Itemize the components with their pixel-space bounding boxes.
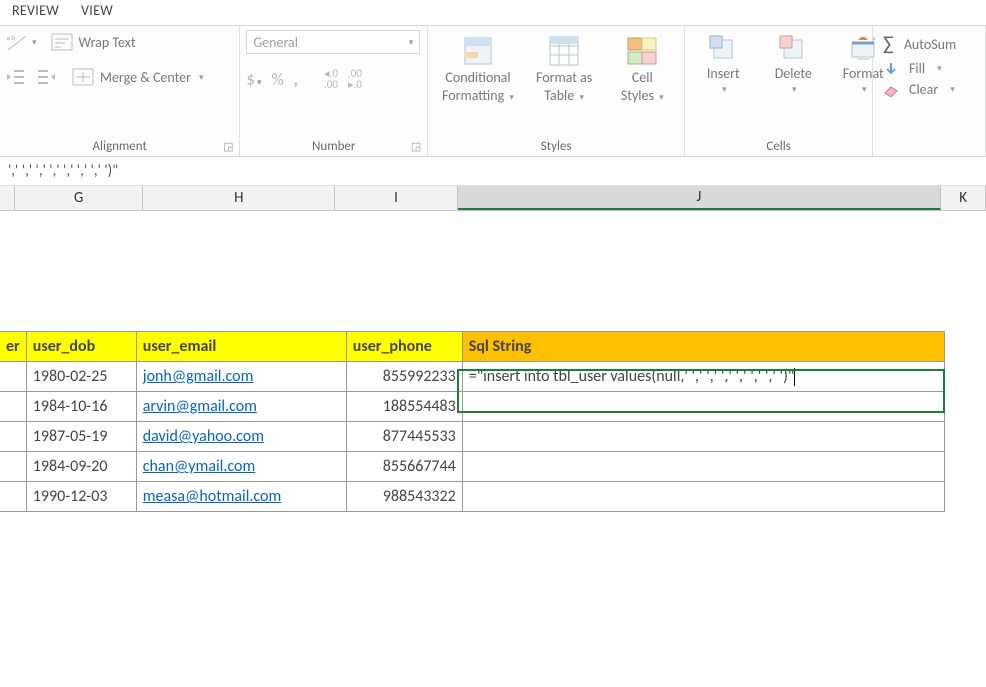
- percent-format-button[interactable]: %: [271, 69, 283, 90]
- conditional-formatting-label-1: Conditional: [445, 70, 510, 86]
- col-header-g[interactable]: G: [15, 186, 143, 210]
- number-format-select[interactable]: General ▾: [246, 30, 420, 54]
- col-header-j[interactable]: J: [458, 186, 942, 210]
- table-row: 1990-12-03 measa@hotmail.com 988543322: [0, 482, 944, 512]
- col-header-k[interactable]: K: [941, 186, 986, 210]
- fill-label: Fill: [909, 60, 925, 77]
- alignment-launcher-icon[interactable]: ◲: [221, 140, 235, 154]
- cell-dob[interactable]: 1984-09-20: [26, 452, 136, 482]
- cell-dob[interactable]: 1987-05-19: [26, 422, 136, 452]
- eraser-icon: [883, 83, 899, 97]
- header-user-email[interactable]: user_email: [136, 332, 346, 362]
- cell-phone[interactable]: 855992233: [346, 362, 462, 392]
- group-label-cells: Cells: [685, 139, 872, 154]
- data-table: er user_dob user_email user_phone Sql St…: [0, 331, 945, 512]
- cell-sql-text: ="insert into tbl_user values(null,' ','…: [469, 367, 795, 386]
- formula-bar[interactable]: ',' ',' ',' ',' ',' ',' ',' ')": [0, 157, 986, 186]
- cell-sql[interactable]: ="insert into tbl_user values(null,' ','…: [462, 362, 944, 392]
- cell-sql[interactable]: [462, 482, 944, 512]
- cell[interactable]: [0, 392, 26, 422]
- decrease-decimal-button[interactable]: .00▸.0: [348, 68, 362, 90]
- text-caret: [794, 368, 795, 386]
- number-format-value: General: [253, 34, 298, 51]
- cell-phone[interactable]: 877445533: [346, 422, 462, 452]
- cell-sql[interactable]: [462, 422, 944, 452]
- cell-email[interactable]: measa@hotmail.com: [136, 482, 346, 512]
- header-sql-string[interactable]: Sql String: [462, 332, 944, 362]
- merge-center-label: Merge & Center: [100, 69, 191, 86]
- cell[interactable]: [0, 362, 26, 392]
- format-as-table-label-2: Table: [544, 87, 574, 104]
- cell-dob[interactable]: 1990-12-03: [26, 482, 136, 512]
- autosum-button[interactable]: ∑ AutoSum: [879, 30, 979, 58]
- tab-review[interactable]: REVIEW: [10, 2, 61, 23]
- cell-email[interactable]: david@yahoo.com: [136, 422, 346, 452]
- cell-dob[interactable]: 1984-10-16: [26, 392, 136, 422]
- format-as-table-label-1: Format as: [536, 70, 592, 86]
- conditional-formatting-button[interactable]: Conditional Formatting ▾: [438, 32, 518, 106]
- wrap-text-label: Wrap Text: [79, 34, 136, 51]
- header-user-dob[interactable]: user_dob: [26, 332, 136, 362]
- delete-label: Delete: [775, 66, 812, 82]
- cell-email[interactable]: chan@ymail.com: [136, 452, 346, 482]
- cell-styles-button[interactable]: Cell Styles ▾: [610, 32, 674, 106]
- worksheet[interactable]: er user_dob user_email user_phone Sql St…: [0, 211, 986, 687]
- cell-styles-label-1: Cell: [632, 70, 653, 86]
- cell[interactable]: [0, 422, 26, 452]
- table-row: 1984-10-16 arvin@gmail.com 188554483: [0, 392, 944, 422]
- cell-sql[interactable]: [462, 392, 944, 422]
- cell-email[interactable]: jonh@gmail.com: [136, 362, 346, 392]
- format-as-table-button[interactable]: Format as Table ▾: [532, 32, 596, 106]
- group-label-number: Number: [240, 139, 427, 154]
- cell-dob[interactable]: 1980-02-25: [26, 362, 136, 392]
- comma-format-button[interactable]: ,: [294, 69, 298, 90]
- col-header-h[interactable]: H: [143, 186, 335, 210]
- header-user-phone[interactable]: user_phone: [346, 332, 462, 362]
- group-label-styles: Styles: [428, 139, 684, 154]
- fill-icon: [883, 61, 899, 77]
- cell-phone[interactable]: 188554483: [346, 392, 462, 422]
- autosum-label: AutoSum: [904, 36, 956, 53]
- cell-styles-label-2: Styles: [621, 87, 654, 104]
- increase-indent-icon[interactable]: [36, 68, 56, 86]
- orientation-icon[interactable]: ᵃᵇ▾: [6, 32, 37, 52]
- column-headers: G H I J K: [0, 186, 986, 211]
- table-row: 1984-09-20 chan@ymail.com 855667744: [0, 452, 944, 482]
- table-row: 1987-05-19 david@yahoo.com 877445533: [0, 422, 944, 452]
- decrease-indent-icon[interactable]: [6, 68, 26, 86]
- cell[interactable]: [0, 452, 26, 482]
- clear-button[interactable]: Clear▾: [879, 79, 979, 100]
- wrap-text-button[interactable]: Wrap Text: [51, 33, 136, 51]
- increase-decimal-button[interactable]: ◂.0.00: [324, 68, 338, 90]
- group-label-alignment: Alignment: [0, 139, 239, 154]
- clear-label: Clear: [909, 81, 938, 98]
- formula-bar-text: ',' ',' ',' ',' ',' ',' ',' ')": [8, 162, 118, 180]
- cell-phone[interactable]: 988543322: [346, 482, 462, 512]
- delete-button[interactable]: Delete ▾: [761, 32, 825, 97]
- table-header-row: er user_dob user_email user_phone Sql St…: [0, 332, 944, 362]
- table-row: 1980-02-25 jonh@gmail.com 855992233 ="in…: [0, 362, 944, 392]
- cell-phone[interactable]: 855667744: [346, 452, 462, 482]
- col-header-blank[interactable]: [0, 186, 15, 210]
- tab-view[interactable]: VIEW: [79, 2, 115, 23]
- fill-button[interactable]: Fill▾: [879, 58, 979, 79]
- merge-center-button[interactable]: Merge & Center ▾: [72, 68, 204, 86]
- ribbon-tabs: REVIEW VIEW: [0, 0, 986, 26]
- header-er[interactable]: er: [0, 332, 26, 362]
- insert-button[interactable]: Insert ▾: [691, 32, 755, 97]
- cell-email[interactable]: arvin@gmail.com: [136, 392, 346, 422]
- col-header-i[interactable]: I: [335, 186, 457, 210]
- insert-label: Insert: [707, 66, 740, 82]
- conditional-formatting-label-2: Formatting: [442, 87, 504, 104]
- cell[interactable]: [0, 482, 26, 512]
- number-launcher-icon[interactable]: ◲: [409, 140, 423, 154]
- ribbon: ᵃᵇ▾ Wrap Text Merge & Center ▾ Alignment…: [0, 26, 986, 157]
- accounting-format-button[interactable]: $▾: [246, 69, 261, 90]
- cell-sql[interactable]: [462, 452, 944, 482]
- sigma-icon: ∑: [883, 32, 894, 56]
